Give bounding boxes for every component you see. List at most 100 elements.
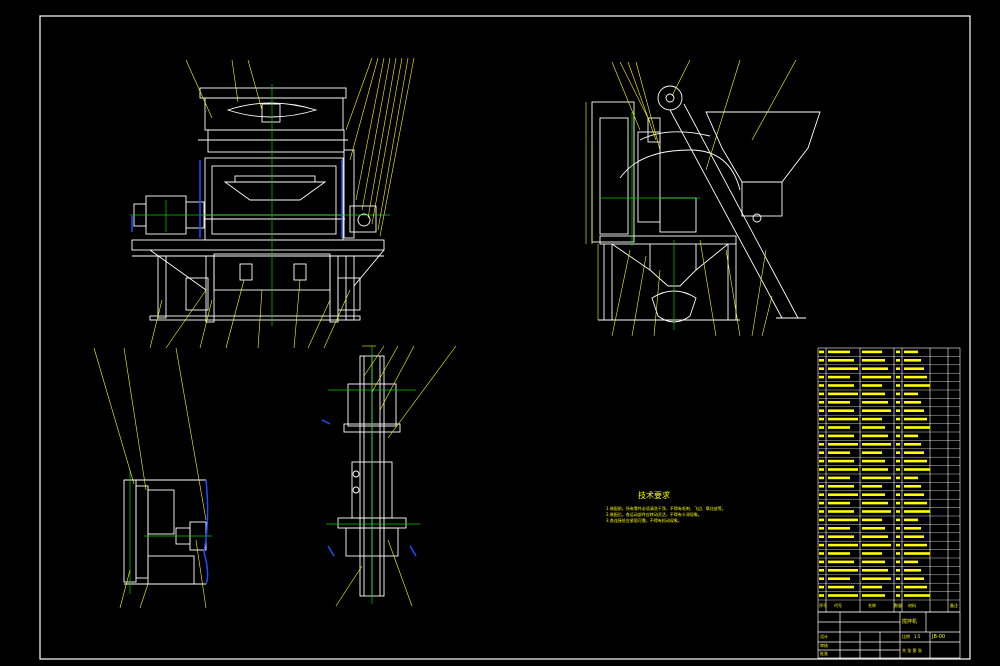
bom-entry-mark: [819, 527, 824, 530]
bom-entry-mark: [828, 518, 858, 522]
bom-entry-mark: [904, 476, 918, 480]
bom-entry-mark: [896, 359, 900, 362]
bom-entry-mark: [904, 527, 921, 530]
bom-header-no: 序号: [819, 603, 827, 608]
bom-entry-mark: [862, 476, 891, 480]
scale-value: 1:5: [914, 634, 921, 639]
bom-entry-mark: [896, 409, 900, 412]
bom-entry-mark: [904, 468, 930, 471]
bom-entry-mark: [828, 426, 850, 429]
bom-entry-mark: [819, 426, 824, 429]
bom-entry-mark: [904, 560, 918, 564]
bom-entry-mark: [904, 552, 930, 555]
bom-entry-mark: [819, 451, 824, 454]
bom-entry-mark: [896, 367, 900, 370]
bom-entry-mark: [896, 392, 900, 396]
bom-entry-mark: [904, 501, 927, 505]
bom-entry-mark: [862, 468, 888, 471]
bom-entry-mark: [904, 518, 918, 522]
bom-entry-mark: [904, 401, 921, 404]
bom-entry-mark: [896, 577, 900, 580]
bom-header-qty: 数量: [894, 603, 902, 608]
bom-entry-mark: [904, 585, 927, 589]
bom-entry-mark: [904, 384, 930, 387]
bom-entry-mark: [904, 426, 930, 429]
bom-entry-mark: [896, 426, 900, 429]
bom-entry-mark: [904, 451, 924, 454]
bom-entry-mark: [896, 501, 900, 505]
bom-entry-mark: [828, 560, 854, 564]
bom-header-code: 代号: [834, 603, 842, 608]
bom-entry-mark: [862, 401, 888, 404]
bom-entry-mark: [904, 543, 927, 547]
bom-entry-mark: [896, 468, 900, 471]
bom-entry-mark: [896, 375, 900, 379]
bom-entry-mark: [896, 585, 900, 589]
drawing-sheet: [0, 0, 1000, 666]
bom-entry-mark: [904, 577, 924, 580]
bom-entry-mark: [904, 367, 924, 370]
bom-entry-mark: [819, 476, 824, 480]
bom-entry-mark: [896, 594, 900, 597]
bom-entry-mark: [819, 401, 824, 404]
bom-entry-mark: [819, 510, 824, 513]
designer-label: 设计: [820, 634, 828, 639]
bom-entry-mark: [904, 493, 924, 496]
bom-entry-mark: [819, 594, 824, 597]
bom-entry-mark: [819, 485, 824, 488]
bom-entry-mark: [862, 569, 888, 572]
bom-entry-mark: [862, 451, 882, 454]
drawing-number: JB-00: [932, 634, 946, 640]
bom-entry-mark: [896, 552, 900, 555]
bom-entry-mark: [828, 535, 854, 538]
bom-entry-mark: [862, 409, 891, 412]
bom-entry-mark: [819, 585, 824, 589]
bom-entry-mark: [828, 594, 858, 597]
bom-entry-mark: [828, 434, 854, 438]
bom-entry-mark: [862, 543, 891, 547]
bom-entry-mark: [828, 485, 854, 488]
bom-entry-mark: [828, 409, 854, 412]
bom-entry-mark: [828, 401, 850, 404]
bom-entry-mark: [904, 409, 924, 412]
bom-header-name: 名称: [868, 603, 876, 608]
bom-entry-mark: [819, 434, 824, 438]
bom-entry-mark: [896, 417, 900, 421]
bom-entry-mark: [862, 417, 882, 421]
bom-entry-mark: [862, 527, 885, 530]
bom-entry-mark: [862, 384, 882, 387]
bom-entry-mark: [896, 350, 900, 354]
bom-entry-mark: [828, 585, 854, 589]
bom-entry-mark: [896, 527, 900, 530]
checker-label: 审核: [820, 643, 828, 648]
bom-entry-mark: [862, 443, 891, 446]
bom-entry-mark: [862, 518, 882, 522]
bom-entry-mark: [828, 501, 850, 505]
bom-entry-mark: [896, 569, 900, 572]
bom-entry-mark: [828, 493, 858, 496]
bom-entry-mark: [904, 569, 921, 572]
bom-entry-mark: [819, 359, 824, 362]
bom-entry-mark: [819, 493, 824, 496]
bom-entry-mark: [896, 485, 900, 488]
bom-entry-mark: [862, 560, 885, 564]
bom-entry-mark: [819, 409, 824, 412]
bom-entry-mark: [828, 468, 858, 471]
bom-entry-mark: [904, 459, 927, 463]
bom-entry-mark: [828, 543, 858, 547]
approver-label: 批准: [820, 651, 828, 656]
bom-entry-mark: [862, 367, 888, 370]
bom-entry-mark: [819, 577, 824, 580]
bom-entry-mark: [828, 510, 854, 513]
bom-entry-mark: [896, 510, 900, 513]
bom-entry-mark: [904, 485, 921, 488]
bom-entry-mark: [819, 392, 824, 396]
bom-entry-mark: [862, 485, 882, 488]
bom-entry-mark: [819, 468, 824, 471]
bom-entry-mark: [896, 543, 900, 547]
bom-entry-mark: [828, 417, 858, 421]
bom-entry-mark: [828, 375, 850, 379]
bom-entry-mark: [828, 350, 850, 354]
bom-entry-mark: [828, 552, 850, 555]
bom-entry-mark: [828, 384, 854, 387]
